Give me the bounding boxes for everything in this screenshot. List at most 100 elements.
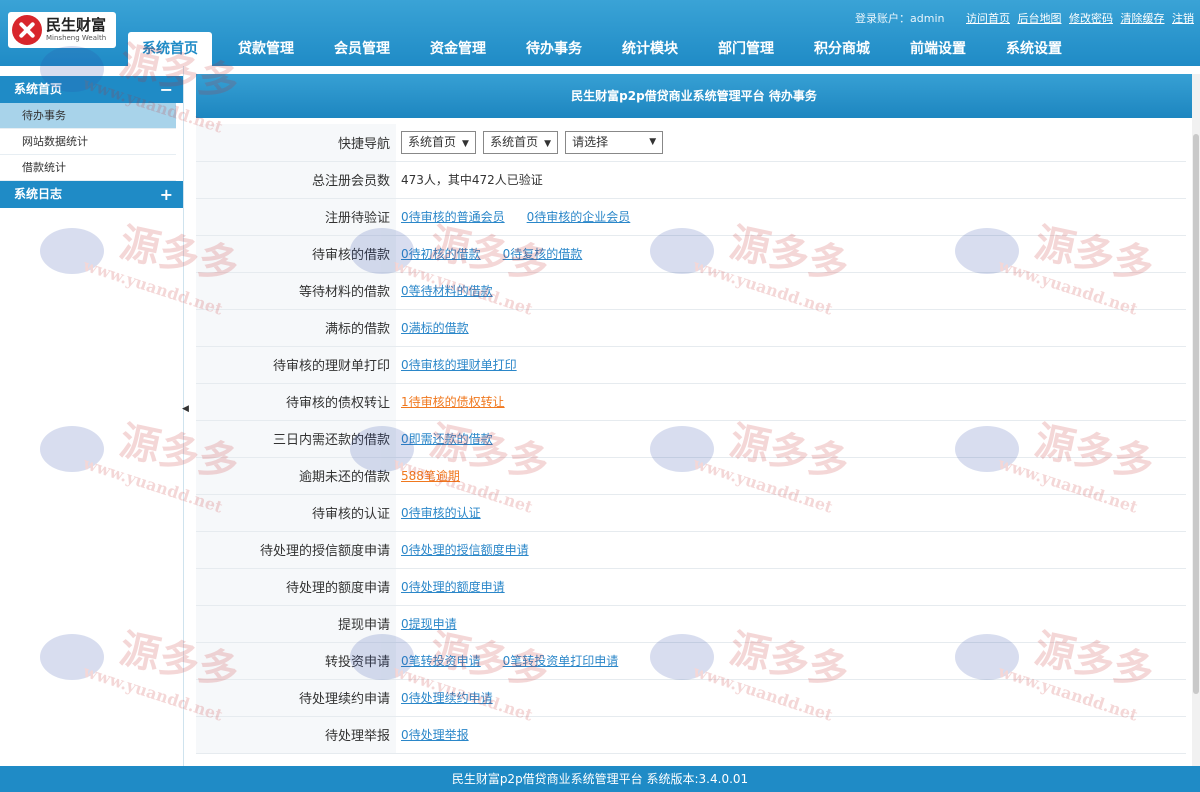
table-row: 逾期未还的借款 588笔逾期 xyxy=(196,457,1186,495)
scrollbar-thumb[interactable] xyxy=(1193,134,1199,694)
row-label: 转投资申请 xyxy=(196,642,396,680)
quick-nav-select-3[interactable]: 请选择 ▼ xyxy=(565,130,664,154)
table-row: 待处理举报 0待处理举报 xyxy=(196,716,1186,754)
row-label: 总注册会员数 xyxy=(196,161,396,199)
sidebar: 系统首页 − 待办事务 网站数据统计 借款统计 系统日志 + xyxy=(0,66,184,766)
logo-english-name: Minsheng Wealth xyxy=(46,34,107,42)
row-label: 满标的借款 xyxy=(196,309,396,347)
nav-tab-member-management[interactable]: 会员管理 xyxy=(320,32,404,66)
main-nav: 系统首页 贷款管理 会员管理 资金管理 待办事务 统计模块 部门管理 积分商城 … xyxy=(128,32,1088,66)
row-label: 待处理举报 xyxy=(196,716,396,754)
task-link[interactable]: 0待审核的企业会员 xyxy=(527,210,631,224)
task-link[interactable]: 0等待材料的借款 xyxy=(401,284,493,298)
row-label: 待处理的授信额度申请 xyxy=(196,531,396,569)
sidebar-items: 待办事务 网站数据统计 借款统计 xyxy=(0,103,183,181)
dropdown-arrow-icon: ▼ xyxy=(544,138,552,149)
nav-tab-system-settings[interactable]: 系统设置 xyxy=(992,32,1076,66)
brand-logo[interactable]: 民生财富 Minsheng Wealth xyxy=(8,12,116,48)
row-label: 待审核的借款 xyxy=(196,235,396,273)
task-link[interactable]: 0待审核的理财单打印 xyxy=(401,358,517,372)
nav-tab-statistics[interactable]: 统计模块 xyxy=(608,32,692,66)
task-link[interactable]: 0待审核的普通会员 xyxy=(401,210,505,224)
row-label: 三日内需还款的借款 xyxy=(196,420,396,458)
table-row: 待审核的理财单打印 0待审核的理财单打印 xyxy=(196,346,1186,384)
row-label: 待审核的债权转让 xyxy=(196,383,396,421)
table-row: 待审核的认证 0待审核的认证 xyxy=(196,494,1186,532)
sidebar-item-loan-stats[interactable]: 借款统计 xyxy=(0,155,176,181)
table-row: 转投资申请 0笔转投资申请 0笔转投资单打印申请 xyxy=(196,642,1186,680)
table-row: 提现申请 0提现申请 xyxy=(196,605,1186,643)
nav-tab-loan-management[interactable]: 贷款管理 xyxy=(224,32,308,66)
task-link[interactable]: 0待处理的额度申请 xyxy=(401,580,505,594)
change-password-link[interactable]: 修改密码 xyxy=(1069,12,1113,25)
table-row: 待处理续约申请 0待处理续约申请 xyxy=(196,679,1186,717)
nav-tab-frontend-settings[interactable]: 前端设置 xyxy=(896,32,980,66)
table-row: 三日内需还款的借款 0即需还款的借款 xyxy=(196,420,1186,458)
dropdown-arrow-icon: ▼ xyxy=(462,138,469,149)
sidebar-item-site-stats[interactable]: 网站数据统计 xyxy=(0,129,176,155)
logo-name: 民生财富 xyxy=(46,16,107,34)
pending-tasks-table: 快捷导航 系统首页 ▼ 系统首页 ▼ 请选择 ▼ 总注册会员数 473人，其中472人… xyxy=(196,124,1186,754)
task-link[interactable]: 1待审核的债权转让 xyxy=(401,395,505,409)
clear-cache-link[interactable]: 清除缓存 xyxy=(1121,12,1165,25)
sidebar-collapse-arrow-icon[interactable]: ◀ xyxy=(182,404,189,414)
user-bar: 登录账户：admin 访问首页 后台地图 修改密码 清除缓存 注销 xyxy=(855,10,1194,26)
top-header: 民生财富 Minsheng Wealth 登录账户：admin 访问首页 后台地… xyxy=(0,0,1200,66)
table-row: 快捷导航 系统首页 ▼ 系统首页 ▼ 请选择 ▼ xyxy=(196,124,1186,162)
task-link[interactable]: 0待复核的借款 xyxy=(503,247,583,261)
row-label: 待处理续约申请 xyxy=(196,679,396,717)
task-link[interactable]: 588笔逾期 xyxy=(401,469,460,483)
row-label: 提现申请 xyxy=(196,605,396,643)
quick-nav-select-1[interactable]: 系统首页 ▼ xyxy=(401,130,476,154)
row-label: 快捷导航 xyxy=(196,124,396,162)
logout-link[interactable]: 注销 xyxy=(1172,12,1194,25)
collapse-minus-icon[interactable]: − xyxy=(160,76,173,103)
task-link[interactable]: 0待处理续约申请 xyxy=(401,691,493,705)
sidebar-section-system-home[interactable]: 系统首页 − xyxy=(0,76,183,103)
table-row: 等待材料的借款 0等待材料的借款 xyxy=(196,272,1186,310)
nav-tab-pending-tasks[interactable]: 待办事务 xyxy=(512,32,596,66)
member-count-value: 473人，其中472人已验证 xyxy=(401,173,543,187)
task-link[interactable]: 0满标的借款 xyxy=(401,321,469,335)
row-label: 等待材料的借款 xyxy=(196,272,396,310)
nav-tab-points-mall[interactable]: 积分商城 xyxy=(800,32,884,66)
task-link[interactable]: 0待初核的借款 xyxy=(401,247,481,261)
sidebar-section-label: 系统首页 xyxy=(14,82,63,96)
table-row: 待审核的债权转让 1待审核的债权转让 xyxy=(196,383,1186,421)
logo-icon xyxy=(12,15,42,45)
row-label: 待审核的认证 xyxy=(196,494,396,532)
task-link[interactable]: 0待处理举报 xyxy=(401,728,469,742)
sidebar-item-pending-tasks[interactable]: 待办事务 xyxy=(0,103,176,129)
sidebar-section-label: 系统日志 xyxy=(14,187,63,201)
footer-version: 民生财富p2p借贷商业系统管理平台 系统版本:3.4.0.01 xyxy=(0,766,1200,792)
task-link[interactable]: 0待处理的授信额度申请 xyxy=(401,543,529,557)
visit-home-link[interactable]: 访问首页 xyxy=(966,12,1010,25)
table-row: 总注册会员数 473人，其中472人已验证 xyxy=(196,161,1186,199)
sidebar-section-system-log[interactable]: 系统日志 + xyxy=(0,181,183,208)
table-row: 待处理的授信额度申请 0待处理的授信额度申请 xyxy=(196,531,1186,569)
task-link[interactable]: 0待审核的认证 xyxy=(401,506,481,520)
expand-plus-icon[interactable]: + xyxy=(160,181,173,208)
row-label: 待处理的额度申请 xyxy=(196,568,396,606)
row-label: 待审核的理财单打印 xyxy=(196,346,396,384)
nav-tab-system-home[interactable]: 系统首页 xyxy=(128,32,212,66)
site-map-link[interactable]: 后台地图 xyxy=(1018,12,1062,25)
task-link[interactable]: 0提现申请 xyxy=(401,617,457,631)
nav-tab-fund-management[interactable]: 资金管理 xyxy=(416,32,500,66)
quick-nav-select-2[interactable]: 系统首页 ▼ xyxy=(483,130,559,154)
table-row: 待审核的借款 0待初核的借款 0待复核的借款 xyxy=(196,235,1186,273)
dropdown-arrow-icon: ▼ xyxy=(649,136,657,147)
task-link[interactable]: 0笔转投资单打印申请 xyxy=(503,654,619,668)
task-link[interactable]: 0即需还款的借款 xyxy=(401,432,493,446)
login-account: 登录账户：admin xyxy=(855,12,945,25)
nav-tab-department[interactable]: 部门管理 xyxy=(704,32,788,66)
row-label: 注册待验证 xyxy=(196,198,396,236)
main-panel: 民生财富p2p借贷商业系统管理平台 待办事务 快捷导航 系统首页 ▼ 系统首页 ▼ … xyxy=(196,74,1192,766)
table-row: 满标的借款 0满标的借款 xyxy=(196,309,1186,347)
table-row: 待处理的额度申请 0待处理的额度申请 xyxy=(196,568,1186,606)
row-label: 逾期未还的借款 xyxy=(196,457,396,495)
page-title: 民生财富p2p借贷商业系统管理平台 待办事务 xyxy=(196,74,1192,118)
table-row: 注册待验证 0待审核的普通会员 0待审核的企业会员 xyxy=(196,198,1186,236)
vertical-scrollbar[interactable] xyxy=(1192,74,1200,766)
task-link[interactable]: 0笔转投资申请 xyxy=(401,654,481,668)
